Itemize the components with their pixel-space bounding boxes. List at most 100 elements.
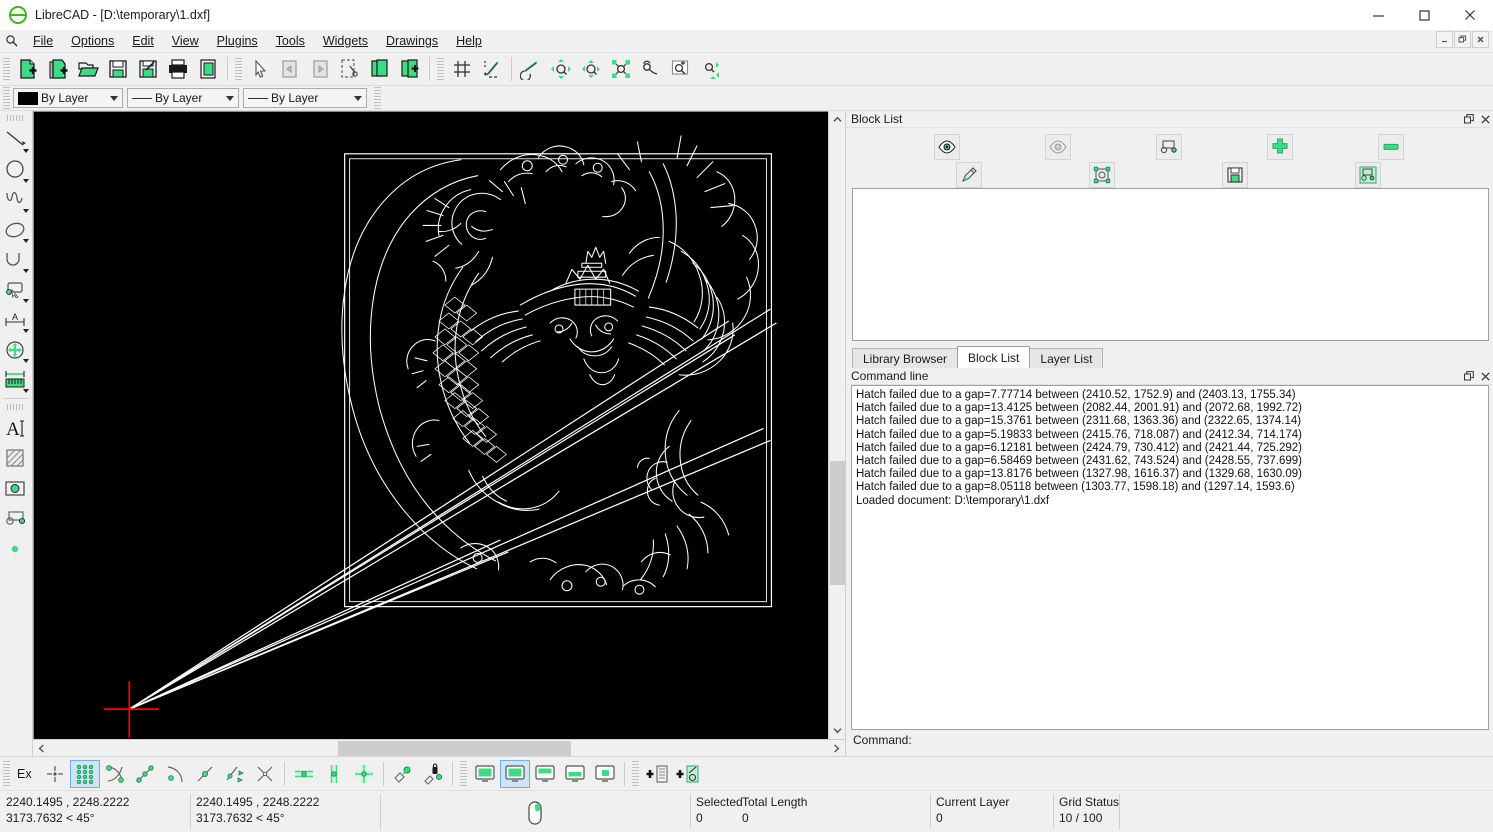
close-icon[interactable]	[1477, 369, 1493, 384]
menu-drawings[interactable]: Drawings	[377, 32, 447, 50]
search-icon[interactable]	[0, 34, 24, 48]
draw-order-icon[interactable]	[477, 55, 507, 84]
undock-icon[interactable]	[1461, 369, 1477, 384]
snap-distance-icon[interactable]	[220, 760, 250, 788]
add-layer-icon[interactable]	[642, 760, 672, 788]
scroll-down-icon[interactable]	[829, 722, 846, 739]
arc-tool-icon[interactable]	[1, 245, 31, 275]
drawing-canvas[interactable]	[33, 111, 828, 739]
zoom-pan-icon[interactable]	[606, 55, 636, 84]
vscroll-thumb[interactable]	[830, 461, 845, 586]
restrict-orthogonal-icon[interactable]	[349, 760, 379, 788]
linetype-combo[interactable]: By Layer	[243, 88, 367, 108]
window-close-button[interactable]	[1447, 0, 1493, 30]
redo-icon[interactable]	[305, 55, 335, 84]
menu-widgets[interactable]: Widgets	[314, 32, 377, 50]
text-tool-icon[interactable]: A	[1, 414, 31, 444]
tab-library-browser[interactable]: Library Browser	[852, 348, 958, 368]
lock-relative-zero-icon[interactable]	[418, 760, 448, 788]
save-icon[interactable]	[103, 55, 133, 84]
paste-icon[interactable]	[395, 55, 425, 84]
canvas-vertical-scrollbar[interactable]	[828, 111, 845, 739]
new-from-template-icon[interactable]	[43, 55, 73, 84]
toolbar-grip[interactable]	[374, 87, 381, 109]
toolbar-grip[interactable]	[3, 761, 10, 787]
scroll-right-icon[interactable]	[828, 740, 845, 757]
linewidth-combo[interactable]: By Layer	[127, 88, 239, 108]
command-output[interactable]: Hatch failed due to a gap=7.77714 betwee…	[851, 385, 1489, 730]
snap-intersection-icon[interactable]	[250, 760, 280, 788]
set-relative-zero-icon[interactable]	[388, 760, 418, 788]
statusbar-view-icon[interactable]	[500, 760, 530, 788]
toolbar-grip[interactable]	[437, 58, 444, 80]
mdi-close-button[interactable]	[1472, 31, 1489, 48]
add-block-entity-icon[interactable]	[672, 760, 702, 788]
undock-icon[interactable]	[1461, 112, 1477, 127]
measure-tool-icon[interactable]	[1, 365, 31, 395]
image-tool-icon[interactable]	[1, 474, 31, 504]
line-tool-icon[interactable]	[1, 125, 31, 155]
chevron-down-icon[interactable]	[221, 89, 238, 107]
color-combo[interactable]: By Layer	[13, 88, 123, 108]
hscroll-thumb[interactable]	[338, 741, 571, 756]
insert-block-file-icon[interactable]	[1355, 162, 1381, 188]
close-icon[interactable]	[1477, 112, 1493, 127]
chevron-down-icon[interactable]	[349, 89, 366, 107]
remove-block-icon[interactable]	[1378, 134, 1404, 160]
zoom-selection-icon[interactable]	[696, 55, 726, 84]
cut-icon[interactable]	[335, 55, 365, 84]
sidebar-grip[interactable]	[7, 404, 25, 410]
ellipse-tool-icon[interactable]	[1, 215, 31, 245]
scroll-up-icon[interactable]	[829, 111, 846, 128]
block-tool-icon[interactable]	[1, 504, 31, 534]
menu-options[interactable]: Options	[62, 32, 123, 50]
menu-file[interactable]: File	[24, 32, 62, 50]
zoom-auto-icon[interactable]	[546, 55, 576, 84]
toolbar-grip[interactable]	[632, 761, 639, 787]
attributes-block-icon[interactable]	[1089, 162, 1115, 188]
snap-free-icon[interactable]	[40, 760, 70, 788]
hide-all-blocks-icon[interactable]	[1045, 134, 1071, 160]
block-list-content[interactable]	[852, 188, 1489, 341]
toolbar-grip[interactable]	[3, 58, 10, 80]
scroll-left-icon[interactable]	[33, 740, 50, 757]
menu-edit[interactable]: Edit	[123, 32, 163, 50]
sidebar-grip[interactable]	[7, 115, 25, 121]
grid-toggle-icon[interactable]	[447, 55, 477, 84]
insert-block-icon[interactable]	[1156, 134, 1182, 160]
chevron-down-icon[interactable]	[105, 89, 122, 107]
snap-grid-icon[interactable]	[70, 760, 100, 788]
modify-tool-icon[interactable]	[1, 275, 31, 305]
menu-tools[interactable]: Tools	[267, 32, 314, 50]
canvas-horizontal-scrollbar[interactable]	[33, 739, 845, 756]
open-file-icon[interactable]	[73, 55, 103, 84]
zoom-in-icon[interactable]	[666, 55, 696, 84]
menu-view[interactable]: View	[163, 32, 208, 50]
snap-on-entity-icon[interactable]	[130, 760, 160, 788]
restrict-vertical-icon[interactable]	[319, 760, 349, 788]
toolbar-view-icon[interactable]	[530, 760, 560, 788]
tab-block-list[interactable]: Block List	[957, 346, 1030, 368]
copy-icon[interactable]	[365, 55, 395, 84]
hatch-tool-icon[interactable]	[1, 444, 31, 474]
zoom-window-icon[interactable]	[576, 55, 606, 84]
hscroll-track[interactable]	[50, 740, 828, 757]
mdi-minimize-button[interactable]	[1436, 31, 1453, 48]
snap-rotate-icon[interactable]	[1, 335, 31, 365]
snap-middle-icon[interactable]	[190, 760, 220, 788]
snap-endpoint-icon[interactable]	[100, 760, 130, 788]
print-preview-icon[interactable]	[193, 55, 223, 84]
tab-layer-list[interactable]: Layer List	[1029, 348, 1103, 368]
window-minimize-button[interactable]	[1355, 0, 1401, 30]
menu-plugins[interactable]: Plugins	[208, 32, 267, 50]
toolbar-grip[interactable]	[235, 58, 242, 80]
toolbar-grip[interactable]	[460, 761, 467, 787]
grid-view-icon[interactable]	[590, 760, 620, 788]
restrict-horizontal-icon[interactable]	[289, 760, 319, 788]
vscroll-track[interactable]	[829, 128, 846, 722]
undo-icon[interactable]	[275, 55, 305, 84]
fullscreen-view-icon[interactable]	[470, 760, 500, 788]
save-as-icon[interactable]	[133, 55, 163, 84]
zoom-redraw-icon[interactable]	[516, 55, 546, 84]
toolbar-grip[interactable]	[3, 87, 10, 109]
